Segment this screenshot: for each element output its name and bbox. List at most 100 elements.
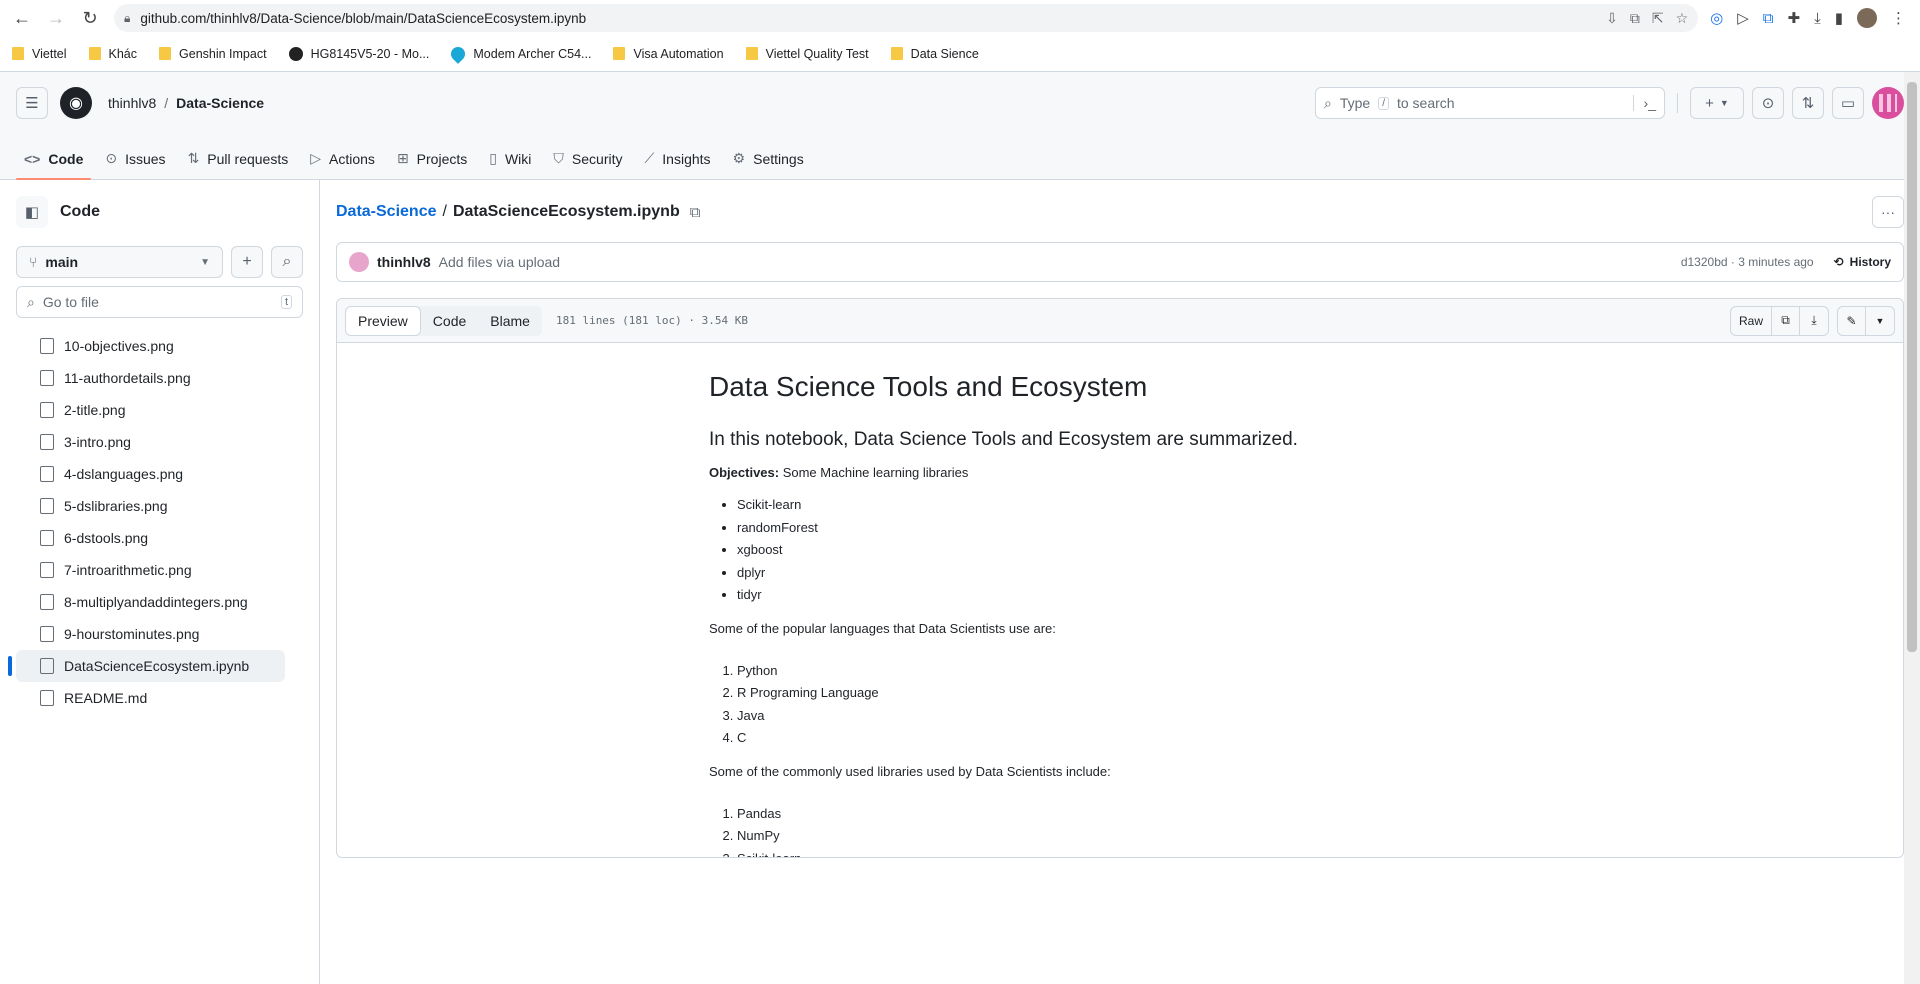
bookmark-item[interactable]: Khác (88, 47, 137, 61)
file-tree-item[interactable]: 11-authordetails.png (16, 362, 285, 394)
extensions-puzzle-icon[interactable]: ✚ (1788, 9, 1801, 27)
bookmark-item[interactable]: Viettel Quality Test (745, 47, 869, 61)
objective-item: randomForest (737, 517, 1903, 540)
repo-name-link[interactable]: Data-Science (176, 95, 264, 111)
issues-icon[interactable]: ⊙ (1752, 87, 1784, 119)
bookmark-item[interactable]: HG8145V5-20 - Mo... (288, 46, 430, 61)
file-icon (40, 594, 54, 610)
hamburger-menu-icon[interactable]: ☰ (16, 87, 48, 119)
file-tree-item[interactable]: 2-title.png (16, 394, 285, 426)
search-input[interactable]: ⌕ Type / to search ›_ (1315, 87, 1665, 119)
repo-nav: <> Code ⊙ Issues ⇅ Pull requests ▷ Actions ⊞ Proj… (0, 134, 1920, 180)
search-files-button[interactable]: ⌕ (271, 246, 303, 278)
commit-message[interactable]: Add files via upload (439, 254, 560, 270)
github-logo-icon[interactable]: ◉ (60, 87, 92, 119)
search-shortcut-key: / (1378, 96, 1389, 110)
scrollbar-thumb[interactable] (1907, 82, 1917, 652)
tab-pull-requests[interactable]: ⇅ Pull requests (180, 150, 297, 179)
file-name: 4-dslanguages.png (64, 466, 184, 482)
add-file-button[interactable]: + (231, 246, 263, 278)
extension-translate-icon[interactable]: ⧉ (1763, 10, 1774, 27)
file-tree-item[interactable]: 10-objectives.png (16, 330, 285, 362)
tab-projects[interactable]: ⊞ Projects (389, 150, 475, 179)
install-icon[interactable]: ⇩ (1606, 10, 1618, 27)
file-tree-item[interactable]: 6-dstools.png (16, 522, 285, 554)
page-scrollbar[interactable] (1904, 72, 1920, 984)
back-icon[interactable]: ← (8, 4, 36, 32)
bookmark-item[interactable]: Genshin Impact (159, 47, 267, 61)
commit-author[interactable]: thinhlv8 (377, 254, 431, 270)
breadcrumb-repo-link[interactable]: Data-Science (336, 203, 437, 221)
user-avatar[interactable] (1872, 87, 1904, 119)
blame-tab[interactable]: Blame (478, 306, 542, 336)
branch-icon: ⑂ (29, 254, 38, 270)
create-new-button[interactable]: + ▼ (1690, 87, 1744, 119)
inbox-icon[interactable]: ▭ (1832, 87, 1864, 119)
profile-avatar[interactable] (1857, 8, 1877, 28)
file-icon (40, 658, 54, 674)
history-button[interactable]: ⟲ History (1834, 255, 1891, 269)
file-tree-item[interactable]: 9-hourstominutes.png (16, 618, 285, 650)
commit-meta[interactable]: d1320bd · 3 minutes ago (1681, 255, 1814, 269)
more-options-icon[interactable]: ··· (1872, 196, 1904, 228)
objective-item: tidyr (737, 584, 1903, 607)
download-raw-icon[interactable]: ⤓ (1800, 307, 1828, 335)
folder-icon (12, 47, 24, 60)
file-tree-item[interactable]: 4-dslanguages.png (16, 458, 285, 490)
extension-circle-icon[interactable]: ◎ (1710, 9, 1723, 27)
bookmark-item[interactable]: Visa Automation (613, 47, 724, 61)
address-bar[interactable]: 🔒︎ github.com/thinhlv8/Data-Science/blob… (114, 4, 1699, 32)
bookmark-label: Viettel (32, 46, 67, 61)
forward-icon[interactable]: → (42, 4, 70, 32)
tab-wiki[interactable]: ▯ Wiki (481, 150, 539, 179)
preview-tab[interactable]: Preview (345, 305, 421, 336)
file-name: 11-authordetails.png (64, 370, 191, 386)
reload-icon[interactable]: ↻ (76, 4, 104, 32)
tab-settings[interactable]: ⚙ Settings (725, 150, 812, 179)
bookmark-item[interactable]: Viettel (12, 47, 67, 61)
file-icon (40, 466, 54, 482)
tab-security[interactable]: ⛉ Security (545, 150, 630, 179)
bookmark-label: HG8145V5-20 - Mo... (310, 46, 430, 61)
translate-icon[interactable]: ⧉ (1630, 10, 1640, 27)
pull-requests-icon[interactable]: ⇅ (1792, 87, 1824, 119)
edit-dropdown-icon[interactable]: ▼ (1866, 307, 1894, 335)
edit-pencil-icon[interactable]: ✎ (1838, 306, 1866, 335)
file-tree-item[interactable]: 8-multiplyandaddintegers.png (16, 586, 285, 618)
tab-label: Settings (753, 150, 804, 167)
share-icon[interactable]: ⇱ (1652, 10, 1664, 27)
tab-actions[interactable]: ▷ Actions (302, 150, 383, 179)
file-tree-item[interactable]: README.md (16, 682, 285, 714)
commit-author-avatar[interactable] (349, 252, 369, 272)
bookmark-item[interactable]: Data Sience (890, 47, 979, 61)
file-tree-item[interactable]: DataScienceEcosystem.ipynb (8, 650, 285, 682)
code-tab[interactable]: Code (421, 306, 478, 336)
sidepanel-icon[interactable]: ▮ (1835, 9, 1843, 27)
copy-raw-icon[interactable]: ⧉ (1772, 306, 1800, 335)
go-to-file-shortcut: t (280, 295, 292, 309)
settings-icon: ⚙ (732, 150, 746, 166)
file-tree-item[interactable]: 7-introarithmetic.png (16, 554, 285, 586)
browser-menu-icon[interactable]: ⋮ (1891, 9, 1906, 27)
copy-path-icon[interactable]: ⧉ (690, 204, 701, 221)
collapse-sidebar-icon[interactable]: ◧ (16, 196, 48, 228)
raw-button[interactable]: Raw (1731, 306, 1772, 335)
tab-label: Pull requests (207, 150, 289, 167)
tab-code[interactable]: <> Code (16, 151, 92, 180)
bookmark-star-icon[interactable]: ☆ (1676, 10, 1689, 27)
repo-owner-link[interactable]: thinhlv8 (108, 95, 156, 111)
file-tree-item[interactable]: 5-dslibraries.png (16, 490, 285, 522)
bookmark-item[interactable]: Modem Archer C54... (448, 43, 591, 64)
file-tree-item[interactable]: 3-intro.png (16, 426, 285, 458)
go-to-file-input[interactable]: ⌕ Go to file t (16, 286, 303, 318)
file-tree-sidebar: ◧ Code ⑂ main ▼ + ⌕ ⌕ Go to file t 10-ob… (0, 180, 320, 984)
command-palette-icon[interactable]: ›_ (1632, 95, 1656, 111)
branch-selector[interactable]: ⑂ main ▼ (16, 246, 223, 278)
extension-play-icon[interactable]: ▷ (1737, 9, 1749, 27)
tab-insights[interactable]: ⟋ Insights (636, 150, 718, 179)
url-text[interactable]: github.com/thinhlv8/Data-Science/blob/ma… (140, 11, 1606, 26)
tab-issues[interactable]: ⊙ Issues (97, 150, 173, 179)
downloads-icon[interactable]: ⤓ (1814, 10, 1821, 27)
file-name: DataScienceEcosystem.ipynb (64, 658, 250, 674)
issues-icon: ⊙ (105, 150, 118, 166)
